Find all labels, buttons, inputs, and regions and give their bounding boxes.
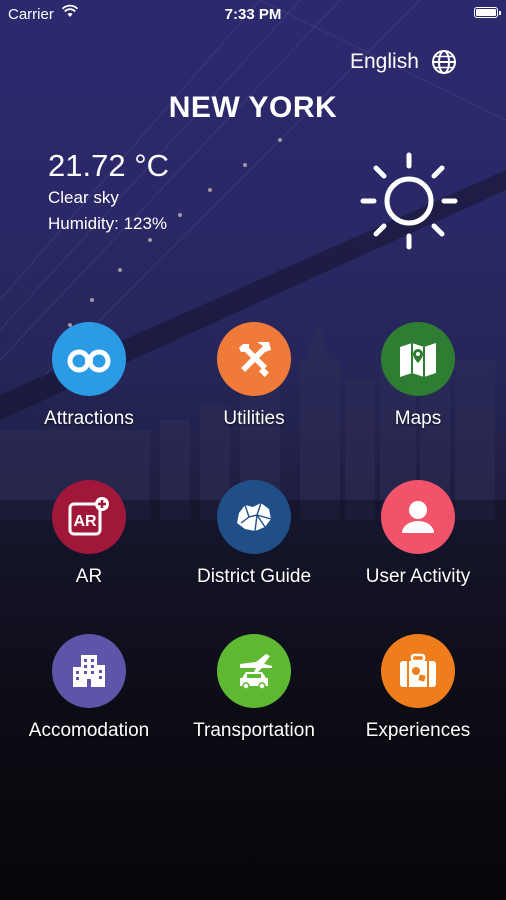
maps-circle (381, 322, 455, 396)
transport-icon (240, 654, 272, 690)
district-map-icon (237, 502, 272, 532)
accomodation-circle (52, 634, 126, 708)
menu-label: Transportation (193, 720, 315, 741)
ar-icon: AR (68, 497, 109, 536)
menu-label: Experiences (365, 720, 471, 741)
temperature: 21.72 °C (48, 148, 169, 183)
language-selector[interactable]: English (350, 48, 457, 76)
user-icon (402, 501, 434, 533)
tools-icon (239, 342, 271, 377)
menu-item-utilities[interactable]: Utilities (174, 322, 334, 430)
humidity: Humidity: 123% (48, 214, 168, 233)
weather-description: Clear sky (48, 188, 119, 207)
status-bar: Carrier 7:33 PM (0, 0, 506, 28)
menu-label: District Guide (196, 566, 312, 587)
sun-icon (360, 152, 458, 250)
menu-item-user-activity[interactable]: User Activity (338, 480, 498, 588)
battery-icon (474, 7, 501, 18)
background-image (0, 0, 506, 900)
binoculars-icon (67, 349, 111, 373)
language-label: English (350, 50, 419, 73)
menu-item-accomodation[interactable]: Accomodation (9, 634, 169, 742)
menu-item-district-guide[interactable]: District Guide (174, 480, 334, 588)
experiences-circle (381, 634, 455, 708)
transportation-circle (217, 634, 291, 708)
attractions-circle (52, 322, 126, 396)
menu-label: Utilities (223, 408, 285, 429)
district-guide-circle (217, 480, 291, 554)
svg-text:AR: AR (73, 513, 97, 530)
menu-label: Maps (394, 408, 442, 429)
menu-item-ar[interactable]: AR AR (9, 480, 169, 588)
map-icon (400, 343, 436, 377)
weather-panel: 21.72 °C Clear sky Humidity: 123% (48, 148, 169, 234)
clock: 7:33 PM (224, 6, 282, 23)
globe-icon (431, 50, 456, 74)
menu-label: AR (75, 566, 103, 587)
menu-label: Accomodation (28, 720, 150, 741)
user-activity-circle (381, 480, 455, 554)
menu-item-transportation[interactable]: Transportation (174, 634, 334, 742)
ar-circle: AR (52, 480, 126, 554)
menu-item-maps[interactable]: Maps (338, 322, 498, 430)
suitcase-icon (400, 653, 436, 687)
menu-label: Attractions (44, 408, 134, 429)
menu-item-experiences[interactable]: Experiences (338, 634, 498, 742)
menu-item-attractions[interactable]: Attractions (9, 322, 169, 430)
building-icon (73, 655, 105, 687)
city-title: NEW YORK (168, 91, 338, 124)
utilities-circle (217, 322, 291, 396)
menu-label: User Activity (365, 566, 471, 587)
